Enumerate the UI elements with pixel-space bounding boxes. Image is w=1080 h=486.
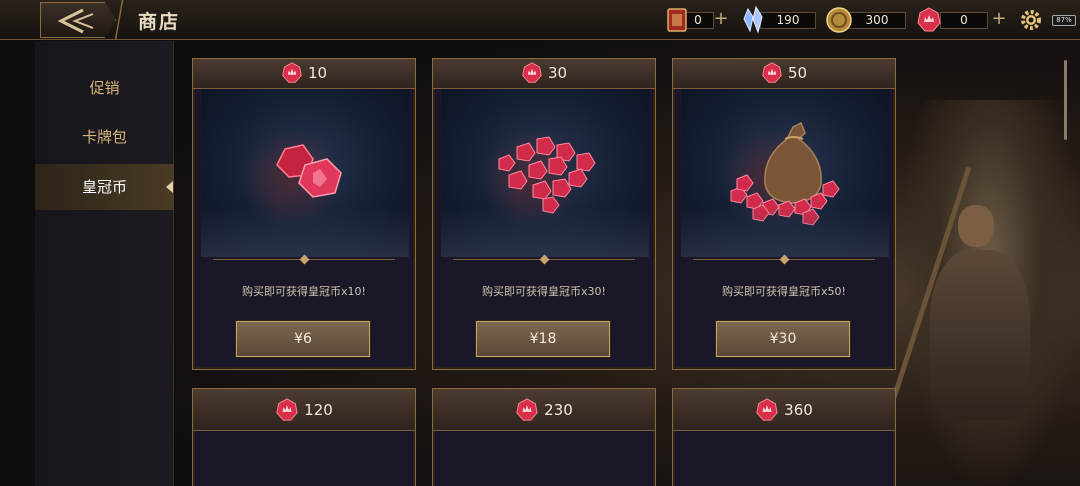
- resource-cards: 0 +: [664, 7, 734, 33]
- card-header: 50: [673, 59, 895, 89]
- product-card-4: 120: [192, 388, 416, 486]
- gold-coin-icon: [826, 7, 852, 33]
- crown-gem-icon: [276, 398, 298, 421]
- card-amount: 30: [547, 64, 568, 82]
- resource-gold-value: 300: [848, 12, 906, 29]
- product-image: [681, 89, 889, 257]
- add-cards-button[interactable]: +: [712, 10, 730, 28]
- product-card-2: 30 购买即可获得皇冠币x30! ¥18: [432, 58, 656, 370]
- resource-crown-coins-value: 0: [940, 12, 988, 29]
- sidebar: 促销 卡牌包 皇冠币: [35, 41, 174, 486]
- product-card-1: 10 购买即可获得皇冠币x10! ¥6: [192, 58, 416, 370]
- card-description: 购买即可获得皇冠币x50!: [722, 285, 846, 298]
- back-arrow-icon: [57, 8, 94, 34]
- card-pack-icon: [667, 8, 687, 32]
- buy-button[interactable]: ¥6: [236, 321, 370, 357]
- card-separator: [433, 257, 655, 263]
- sidebar-item-card-packs[interactable]: 卡牌包: [35, 114, 174, 160]
- page-title: 商店: [138, 11, 181, 33]
- image-mist: [681, 207, 889, 257]
- back-button[interactable]: [40, 2, 116, 38]
- crown-gem-icon: [756, 398, 778, 421]
- crown-gem-icon: [282, 62, 302, 83]
- sidebar-item-promotions[interactable]: 促销: [35, 65, 174, 111]
- buy-button[interactable]: ¥30: [716, 321, 850, 357]
- card-separator: [673, 257, 895, 263]
- product-image: [441, 89, 649, 257]
- scrollbar-thumb[interactable]: [1064, 60, 1067, 140]
- crystal-icon: [743, 5, 763, 34]
- card-amount: 50: [787, 64, 808, 82]
- card-header: 120: [193, 389, 415, 431]
- artwork-head: [958, 205, 994, 247]
- card-separator: [193, 257, 415, 263]
- image-mist: [201, 207, 409, 257]
- gem-pile-medium-icon: [498, 136, 596, 214]
- resource-gold: 300: [826, 7, 908, 33]
- settings-gear-icon[interactable]: [1019, 8, 1043, 32]
- card-amount: 360: [784, 401, 813, 419]
- crown-gem-icon: [516, 398, 538, 421]
- artwork-body: [930, 250, 1030, 420]
- sidebar-item-crown-coins[interactable]: 皇冠币: [35, 164, 174, 210]
- product-card-5: 230: [432, 388, 656, 486]
- resource-crown-coins: 0 +: [916, 7, 1010, 33]
- top-bar: 商店 0 + 190 300 0 + 87%: [0, 0, 1080, 40]
- card-amount: 120: [304, 401, 333, 419]
- add-crown-coins-button[interactable]: +: [990, 10, 1008, 28]
- character-artwork: [873, 100, 1080, 486]
- card-description: 购买即可获得皇冠币x10!: [242, 285, 366, 298]
- product-card-3: 50 购买即可获得皇冠币x50! ¥30: [672, 58, 896, 370]
- card-header: 230: [433, 389, 655, 431]
- resource-crystals-value: 190: [760, 12, 816, 29]
- crown-gem-icon: [917, 7, 941, 32]
- card-header: 10: [193, 59, 415, 89]
- card-amount: 230: [544, 401, 573, 419]
- card-amount: 10: [307, 64, 328, 82]
- card-header: 360: [673, 389, 895, 431]
- buy-button[interactable]: ¥18: [476, 321, 610, 357]
- card-header: 30: [433, 59, 655, 89]
- card-description: 购买即可获得皇冠币x30!: [482, 285, 606, 298]
- resource-crystals: 190: [740, 5, 820, 34]
- product-card-6: 360: [672, 388, 896, 486]
- crown-gem-icon: [522, 62, 542, 83]
- product-image: [201, 89, 409, 257]
- title-divider: [112, 0, 126, 40]
- image-mist: [441, 207, 649, 257]
- battery-indicator: 87%: [1052, 15, 1076, 26]
- crown-gem-icon: [762, 62, 782, 83]
